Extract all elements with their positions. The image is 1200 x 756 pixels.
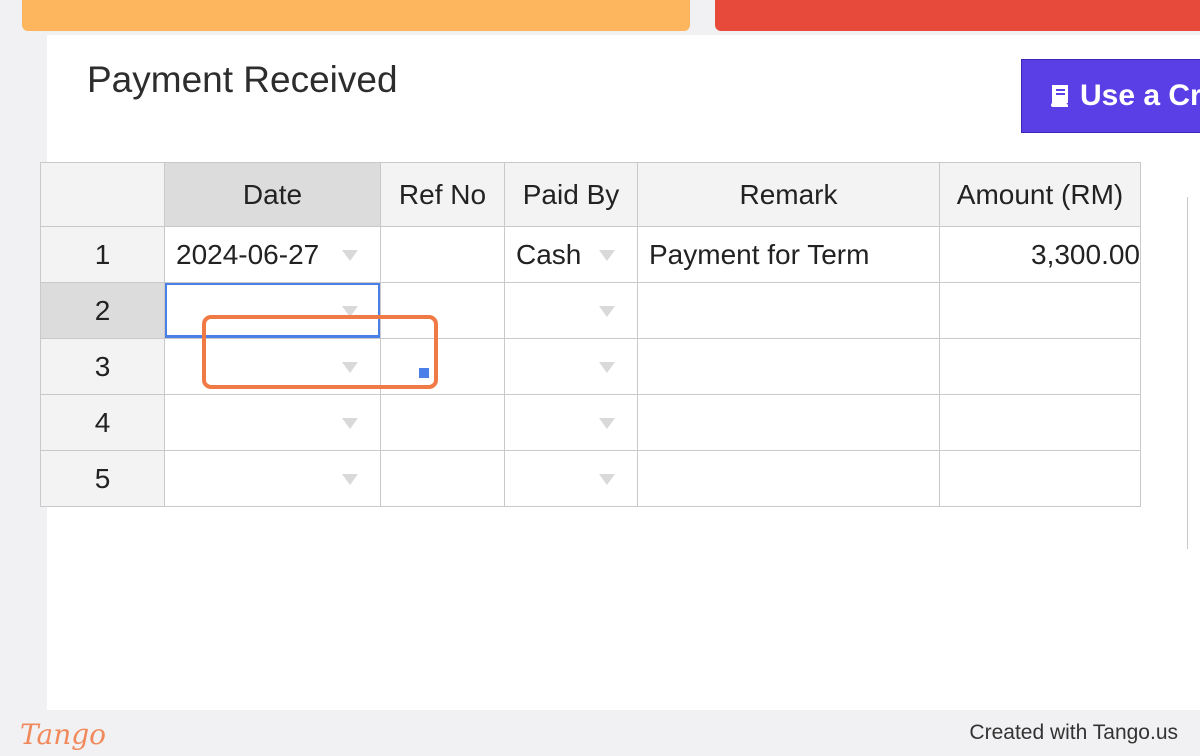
tango-logo: Tango: [20, 718, 107, 751]
dropdown-arrow-icon[interactable]: [599, 305, 615, 317]
date-value: 2024-06-27: [176, 238, 320, 270]
dropdown-arrow-icon[interactable]: [342, 417, 358, 429]
dropdown-arrow-icon[interactable]: [599, 473, 615, 485]
date-cell[interactable]: [164, 338, 381, 395]
ref-no-cell[interactable]: [380, 338, 505, 395]
column-header-amount[interactable]: Amount (RM): [939, 162, 1141, 227]
dropdown-arrow-icon[interactable]: [342, 249, 358, 261]
amount-cell[interactable]: [939, 282, 1141, 339]
table-row: 3: [40, 338, 1141, 395]
table-row: 1 2024-06-27 Cash Payment for Term 3,300…: [40, 226, 1141, 283]
date-cell[interactable]: 2024-06-27: [164, 226, 381, 283]
date-cell[interactable]: [164, 450, 381, 507]
remark-cell[interactable]: [637, 282, 940, 339]
footer-credit-text: Created with Tango.us: [969, 721, 1178, 744]
remark-value: Payment for Term: [649, 238, 870, 270]
remark-cell[interactable]: [637, 338, 940, 395]
remark-cell[interactable]: [637, 450, 940, 507]
row-number: 5: [40, 450, 165, 507]
ref-no-cell[interactable]: [380, 450, 505, 507]
date-cell[interactable]: [164, 394, 381, 451]
amount-cell[interactable]: [939, 338, 1141, 395]
corner-header: [40, 162, 165, 227]
amount-cell[interactable]: 3,300.00: [939, 226, 1141, 283]
column-header-remark[interactable]: Remark: [637, 162, 940, 227]
table-row: 4: [40, 394, 1141, 451]
footer: Tango Created with Tango.us: [0, 710, 1200, 756]
row-number: 4: [40, 394, 165, 451]
row-number: 2: [40, 282, 165, 339]
row-number: 3: [40, 338, 165, 395]
remark-cell[interactable]: Payment for Term: [637, 226, 940, 283]
book-icon: [1051, 85, 1068, 107]
ref-no-cell[interactable]: [380, 282, 505, 339]
dropdown-arrow-icon[interactable]: [599, 417, 615, 429]
dropdown-arrow-icon[interactable]: [599, 249, 615, 261]
dropdown-arrow-icon[interactable]: [599, 361, 615, 373]
ref-no-cell[interactable]: [380, 226, 505, 283]
date-cell-active[interactable]: [164, 282, 381, 339]
column-header-paid-by[interactable]: Paid By: [504, 162, 638, 227]
remark-cell[interactable]: [637, 394, 940, 451]
ref-no-value: [382, 239, 393, 270]
top-bar-red: [715, 0, 1200, 31]
grid-right-edge: [1187, 197, 1200, 549]
paid-by-cell[interactable]: Cash: [504, 226, 638, 283]
paid-by-value: Cash: [516, 238, 582, 270]
column-header-date[interactable]: Date: [164, 162, 381, 227]
ref-no-cell[interactable]: [380, 394, 505, 451]
dropdown-arrow-icon[interactable]: [342, 473, 358, 485]
use-credit-label: Use a Cre: [1080, 79, 1200, 112]
table-row: 5: [40, 450, 1141, 507]
amount-cell[interactable]: [939, 394, 1141, 451]
page-title: Payment Received: [87, 59, 398, 100]
table-row: 2: [40, 282, 1141, 339]
amount-cell[interactable]: [939, 450, 1141, 507]
use-credit-button[interactable]: Use a Cre: [1021, 59, 1200, 133]
paid-by-cell[interactable]: [504, 450, 638, 507]
payment-grid: Date Ref No Paid By Remark Amount (RM) 1…: [40, 162, 1141, 507]
paid-by-cell[interactable]: [504, 394, 638, 451]
dropdown-arrow-icon[interactable]: [342, 361, 358, 373]
dropdown-arrow-icon[interactable]: [342, 305, 358, 317]
row-number: 1: [40, 226, 165, 283]
paid-by-cell[interactable]: [504, 282, 638, 339]
column-header-ref-no[interactable]: Ref No: [380, 162, 505, 227]
paid-by-cell[interactable]: [504, 338, 638, 395]
top-bar-orange: [22, 0, 690, 31]
